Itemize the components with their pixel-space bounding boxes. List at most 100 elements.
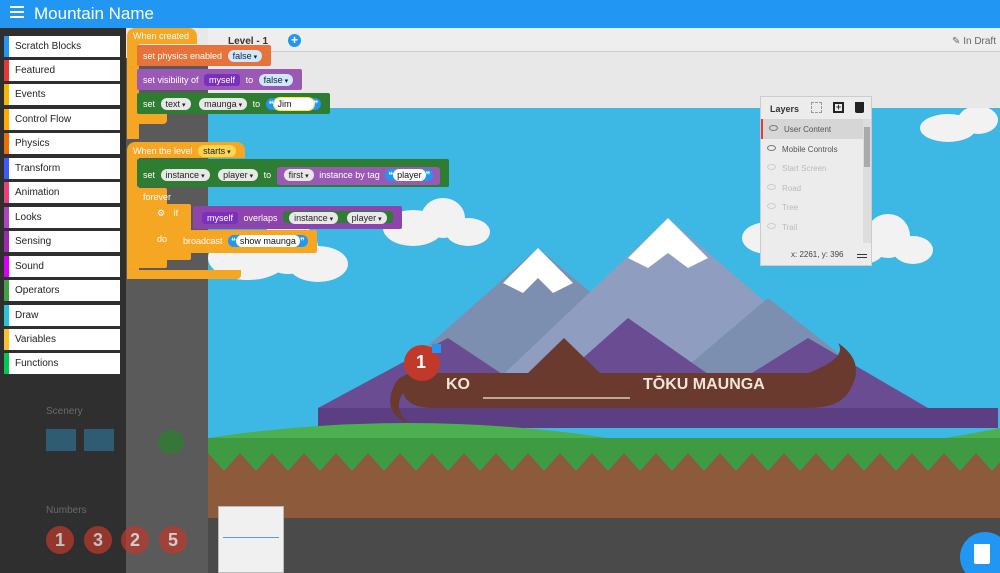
category-operators[interactable]: Operators: [4, 280, 120, 301]
layer-item-label: User Content: [784, 125, 832, 134]
number-sprite-3[interactable]: 3: [84, 526, 112, 554]
chevron-down-icon: ▾: [253, 54, 258, 61]
myself-reporter[interactable]: myself: [202, 212, 239, 224]
overlap-instance-dropdown[interactable]: instance ▾: [289, 212, 339, 224]
number-sprite-5[interactable]: 5: [159, 526, 187, 554]
level-tab-bar: Level - 1 + ✎ In Draft: [208, 28, 1000, 52]
overlap-player-dropdown[interactable]: player ▾: [346, 212, 387, 224]
instance-variable-dropdown[interactable]: instance ▾: [160, 169, 210, 181]
category-transform[interactable]: Transform: [4, 158, 120, 179]
broadcast-label: broadcast: [183, 236, 223, 246]
text-literal[interactable]: ❝ Jim ❞: [265, 97, 322, 111]
instance-by-tag-reporter[interactable]: first ▾ instance by tag ❝ player ❞: [276, 167, 441, 185]
banner-text-left: KO: [446, 376, 470, 393]
layer-item-road[interactable]: Road: [761, 178, 871, 198]
broadcast-message-literal[interactable]: ❝ show maunga ❞: [228, 235, 308, 247]
category-events[interactable]: Events: [4, 84, 120, 105]
tag-literal[interactable]: ❝ player ❞: [385, 169, 434, 181]
category-scratch-blocks[interactable]: Scratch Blocks: [4, 36, 120, 57]
physics-value-dropdown[interactable]: false ▾: [227, 50, 263, 62]
player-variable-dropdown[interactable]: player ▾: [218, 169, 259, 181]
block-set-instance-variable[interactable]: set instance ▾ player ▾ to first ▾ instance…: [137, 159, 450, 187]
level-event-dropdown[interactable]: starts ▾: [198, 145, 236, 157]
delete-layer-icon[interactable]: [855, 102, 864, 113]
banner-text-right: TŌKU MAUNGA: [643, 376, 765, 393]
myself-reporter[interactable]: myself: [204, 74, 241, 86]
layer-item-label: Tree: [782, 203, 799, 212]
instance-variable-label: instance: [165, 170, 200, 180]
layer-item-mobile-controls[interactable]: Mobile Controls: [761, 139, 871, 159]
number-sprite-1[interactable]: 1: [46, 526, 74, 554]
layer-item-label: Trail: [782, 222, 798, 232]
eye-icon[interactable]: [769, 125, 778, 131]
draft-status[interactable]: ✎ In Draft: [952, 36, 996, 47]
add-level-button[interactable]: +: [288, 34, 301, 47]
layer-item-start-screen[interactable]: Start Screen: [761, 158, 871, 178]
overlap-player-label: player: [351, 213, 377, 223]
scenery-thumb-landscape[interactable]: [84, 429, 114, 451]
layers-scrollbar[interactable]: [863, 119, 871, 243]
broadcast-message-input[interactable]: show maunga: [235, 235, 300, 247]
category-draw[interactable]: Draw: [4, 305, 120, 326]
quote-close-icon: ❞: [425, 170, 431, 180]
to-label: to: [245, 75, 254, 85]
layers-header: Layers +: [761, 97, 871, 119]
overlap-target-reporter[interactable]: instance ▾ player ▾: [283, 211, 393, 224]
chevron-down-icon: ▾: [249, 173, 254, 180]
tag-literal-input[interactable]: player: [393, 169, 426, 181]
mini-preview-line: [223, 537, 279, 538]
tree-sprite-icon[interactable]: [158, 430, 184, 454]
numbers-label: Numbers: [46, 505, 87, 516]
overlaps-label: overlaps: [243, 213, 278, 223]
mini-preview-panel[interactable]: [218, 506, 284, 573]
chevron-down-icon: ▾: [329, 216, 334, 223]
quote-close-icon: ❞: [299, 236, 305, 246]
layers-panel: Layers + User Content Mobile Controls St…: [760, 96, 872, 266]
block-when-created-label: When created: [133, 31, 190, 41]
category-physics[interactable]: Physics: [4, 133, 120, 154]
add-layer-icon[interactable]: +: [833, 102, 844, 113]
scenery-thumb-sky[interactable]: [46, 429, 76, 451]
block-broadcast[interactable]: broadcast ❝ show maunga ❞: [177, 230, 317, 253]
category-control-flow[interactable]: Control Flow: [4, 109, 120, 130]
category-sound[interactable]: Sound: [4, 256, 120, 277]
chevron-down-icon: ▾: [305, 173, 309, 180]
gear-icon[interactable]: ⚙: [157, 208, 165, 218]
block-when-level-starts[interactable]: When the level starts ▾: [127, 142, 245, 158]
block-when-level-label: When the level: [133, 146, 193, 156]
chevron-down-icon: ▾: [201, 173, 205, 180]
drag-handle-icon[interactable]: [857, 254, 867, 258]
visibility-value-dropdown[interactable]: false ▾: [258, 74, 294, 86]
eye-icon[interactable]: [767, 203, 776, 209]
layer-item-user-content[interactable]: User Content: [761, 119, 871, 139]
variable-dropdown-label: maunga: [204, 99, 237, 109]
hamburger-menu-icon[interactable]: [10, 6, 24, 20]
first-dropdown[interactable]: first ▾: [283, 169, 314, 181]
instance-by-tag-label: instance by tag: [319, 170, 380, 180]
layers-title: Layers: [770, 104, 800, 114]
category-functions[interactable]: Functions: [4, 353, 120, 374]
eye-icon[interactable]: [767, 164, 776, 170]
category-animation[interactable]: Animation: [4, 182, 120, 203]
block-set-visibility[interactable]: set visibility of myself to false ▾: [137, 69, 303, 90]
variable-dropdown[interactable]: maunga ▾: [199, 98, 248, 110]
quote-open-icon: ❝: [268, 99, 274, 109]
block-when-created[interactable]: When created: [127, 28, 197, 44]
number-sprite-2[interactable]: 2: [121, 526, 149, 554]
category-featured[interactable]: Featured: [4, 60, 120, 81]
property-dropdown[interactable]: text ▾: [160, 98, 191, 110]
layer-item-trail[interactable]: Trail: [761, 217, 871, 237]
category-sensing[interactable]: Sensing: [4, 231, 120, 252]
block-set-physics-enabled[interactable]: set physics enabled false ▾: [137, 45, 272, 66]
eye-icon[interactable]: [767, 144, 776, 151]
category-variables[interactable]: Variables: [4, 329, 120, 350]
block-overlaps[interactable]: myself overlaps instance ▾ player ▾: [193, 206, 402, 229]
focus-icon[interactable]: [811, 102, 822, 113]
eye-icon[interactable]: [767, 183, 776, 190]
layer-item-tree[interactable]: Tree: [761, 197, 871, 217]
text-literal-input[interactable]: Jim: [272, 97, 315, 111]
stage-badge-number: 1: [416, 352, 427, 372]
category-looks[interactable]: Looks: [4, 207, 120, 228]
block-set-text-variable[interactable]: set text ▾ maunga ▾ to ❝ Jim ❞: [137, 93, 331, 114]
eye-icon[interactable]: [767, 222, 776, 229]
